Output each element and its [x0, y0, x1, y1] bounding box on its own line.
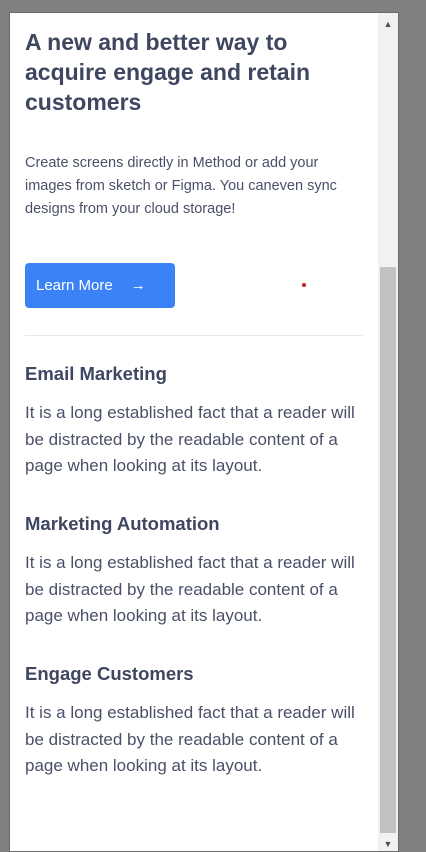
feature-title: Engage Customers	[25, 663, 194, 684]
hero-description: Create screens directly in Method or add…	[25, 155, 337, 217]
learn-more-button[interactable]: Learn More →	[25, 263, 175, 308]
scroll-up-arrow-icon[interactable]: ▲	[378, 15, 398, 33]
learn-more-label: Learn More	[36, 277, 113, 294]
feature-engage-customers: Engage Customers It is a long establishe…	[25, 662, 365, 780]
red-dot-marker	[302, 283, 306, 287]
feature-text: It is a long established fact that a rea…	[25, 553, 355, 625]
feature-text: It is a long established fact that a rea…	[25, 703, 355, 775]
vertical-scrollbar[interactable]: ▲ ▼	[378, 13, 398, 851]
scroll-down-arrow-icon[interactable]: ▼	[378, 835, 398, 851]
feature-marketing-automation: Marketing Automation It is a long establ…	[25, 512, 365, 630]
feature-email-marketing: Email Marketing It is a long established…	[25, 362, 365, 480]
feature-title: Marketing Automation	[25, 513, 220, 534]
feature-text: It is a long established fact that a rea…	[25, 403, 355, 475]
page-content: A new and better way to acquire engage a…	[10, 13, 378, 851]
scrollbar-thumb[interactable]	[380, 267, 396, 833]
arrow-right-icon: →	[130, 277, 146, 294]
browser-window: A new and better way to acquire engage a…	[9, 12, 399, 852]
section-divider	[25, 335, 363, 336]
feature-title: Email Marketing	[25, 363, 167, 384]
hero-title: A new and better way to acquire engage a…	[25, 29, 311, 115]
